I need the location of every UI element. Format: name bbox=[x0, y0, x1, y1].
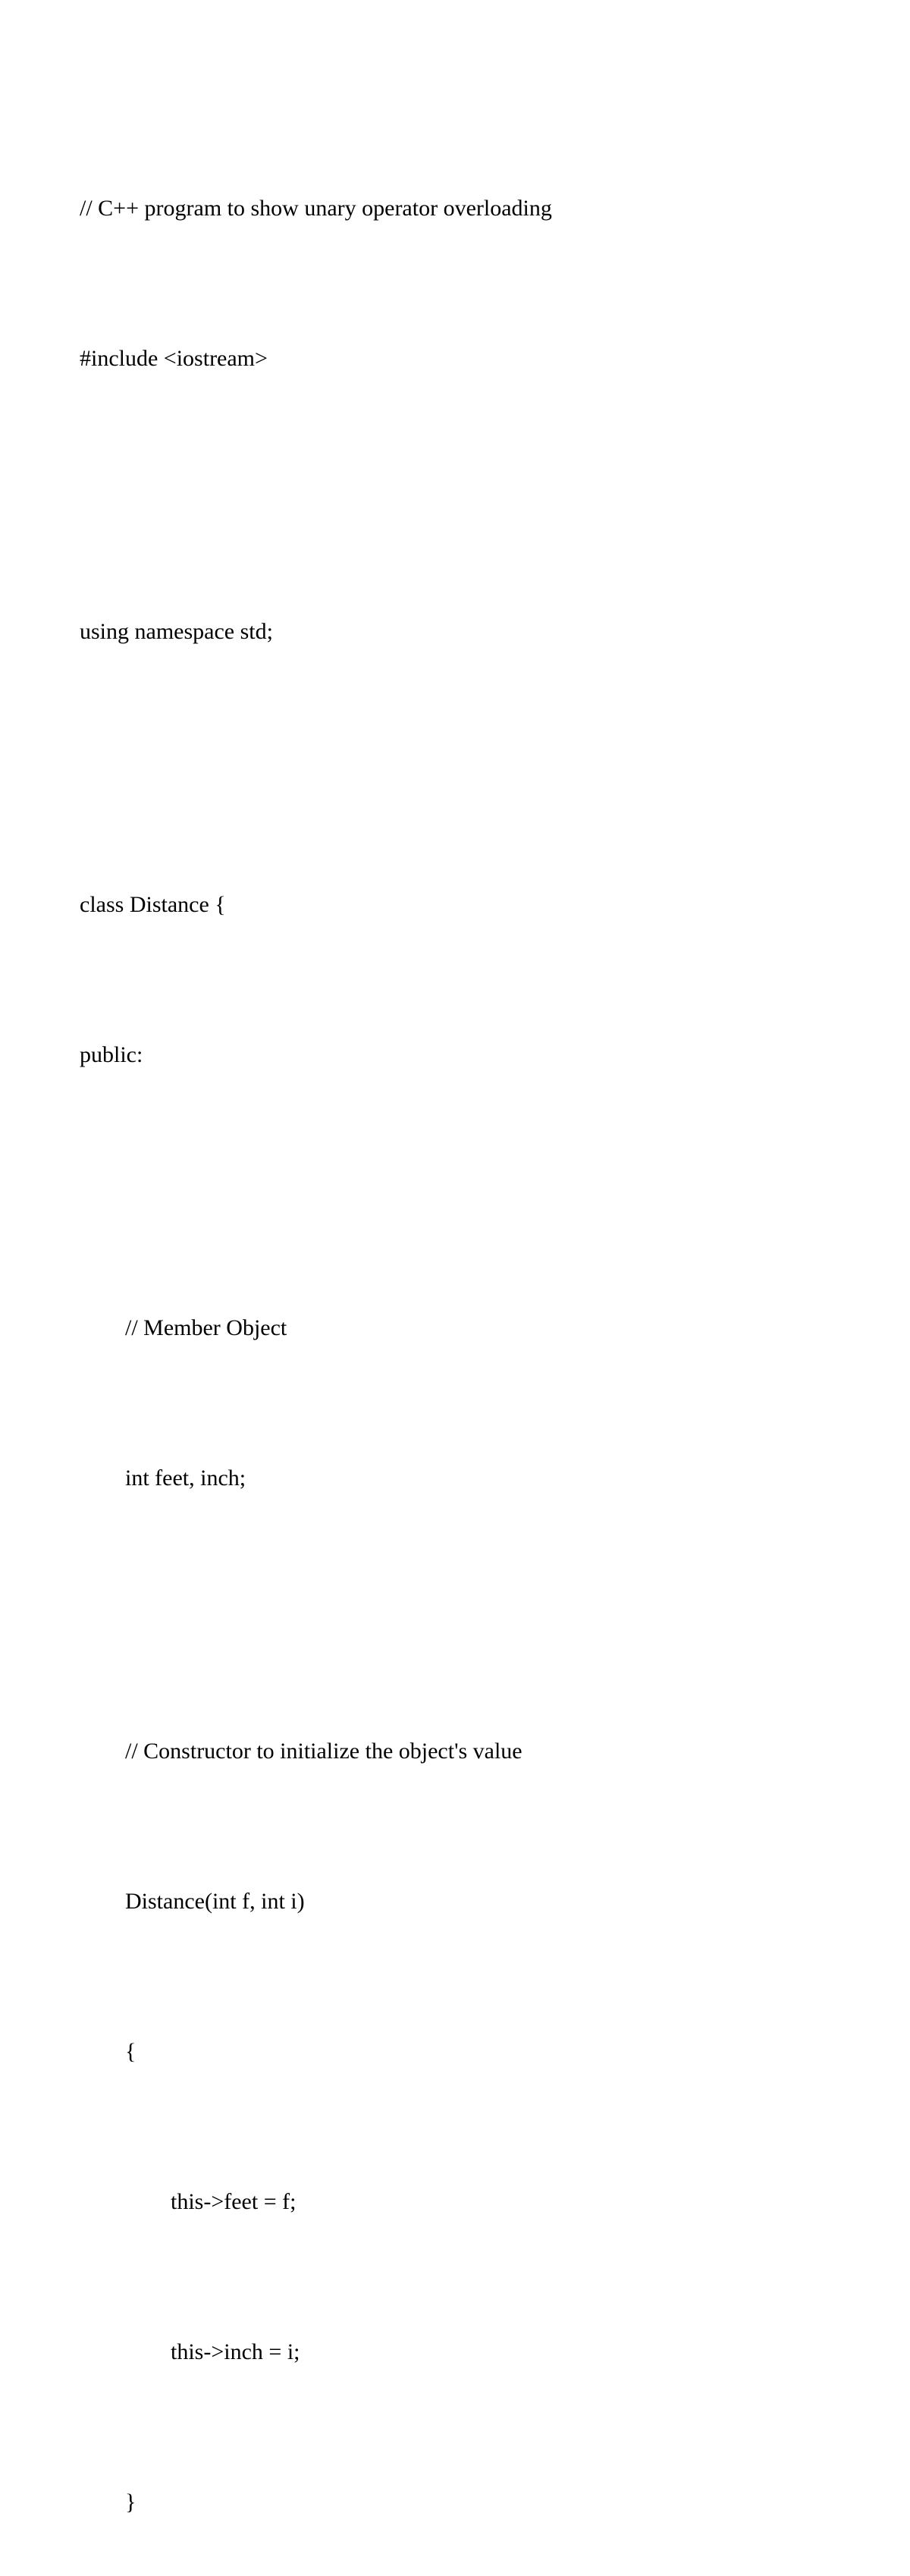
code-line: Distance(int f, int i) bbox=[80, 1877, 830, 1927]
code-line: using namespace std; bbox=[80, 607, 830, 657]
code-line bbox=[80, 484, 830, 507]
code-line: public: bbox=[80, 1030, 830, 1080]
code-line: } bbox=[80, 2477, 830, 2527]
code-line: // C++ program to show unary operator ov… bbox=[80, 184, 830, 234]
code-line: // Member Object bbox=[80, 1303, 830, 1353]
code-line: this->feet = f; bbox=[80, 2177, 830, 2227]
code-line: class Distance { bbox=[80, 880, 830, 930]
code-block: // C++ program to show unary operator ov… bbox=[80, 83, 830, 2576]
code-line: // Constructor to initialize the object'… bbox=[80, 1726, 830, 1776]
code-line bbox=[80, 1604, 830, 1626]
code-line: this->inch = i; bbox=[80, 2327, 830, 2377]
code-line: int feet, inch; bbox=[80, 1453, 830, 1503]
code-line: #include <iostream> bbox=[80, 334, 830, 384]
code-line: { bbox=[80, 2027, 830, 2077]
code-line bbox=[80, 757, 830, 780]
code-line bbox=[80, 1180, 830, 1203]
